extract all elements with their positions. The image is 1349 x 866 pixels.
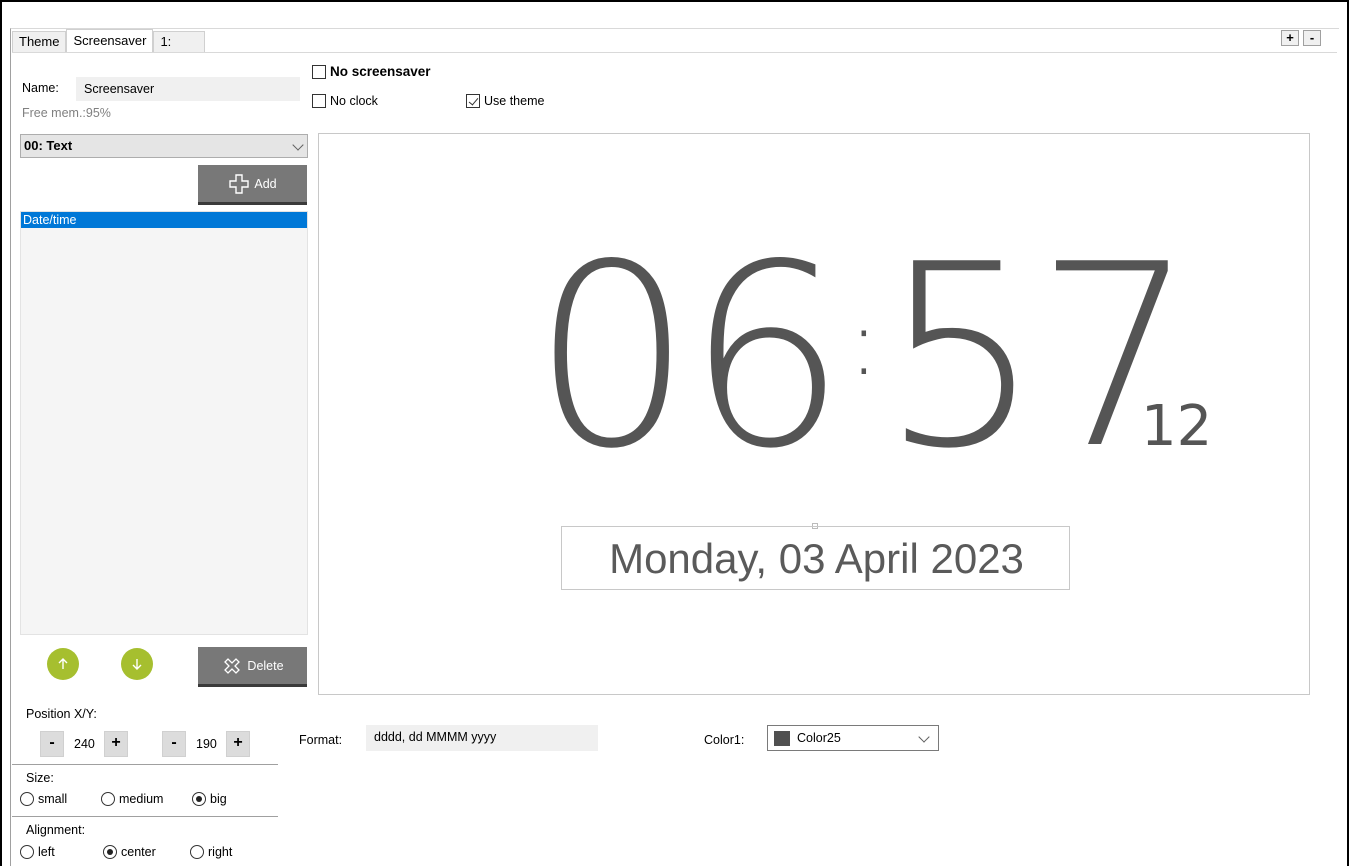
remove-tab-button[interactable]: - bbox=[1303, 30, 1321, 46]
radio-dot bbox=[20, 845, 34, 859]
element-list[interactable]: Date/time bbox=[20, 211, 308, 635]
size-small-radio[interactable]: small bbox=[20, 792, 67, 806]
add-label: Add bbox=[254, 176, 277, 191]
color1-value: Color25 bbox=[797, 731, 841, 745]
delete-button[interactable]: Delete bbox=[198, 647, 307, 687]
clock-hours: 06 bbox=[532, 211, 847, 504]
align-right-radio[interactable]: right bbox=[190, 845, 232, 859]
size-small-label: small bbox=[38, 792, 68, 806]
radio-dot-selected bbox=[192, 792, 206, 806]
tab-1[interactable]: 1: bbox=[153, 31, 206, 53]
radio-dot bbox=[190, 845, 204, 859]
checkbox-box bbox=[312, 64, 326, 79]
align-left-radio[interactable]: left bbox=[20, 845, 55, 859]
arrow-down-icon bbox=[132, 659, 142, 670]
color-swatch bbox=[774, 731, 790, 746]
align-center-radio[interactable]: center bbox=[103, 845, 156, 859]
element-select-value: 00: Text bbox=[24, 138, 73, 153]
date-text: Monday, 03 April 2023 bbox=[609, 535, 1024, 582]
alignment-label: Alignment: bbox=[26, 823, 86, 837]
checkbox-box bbox=[312, 94, 326, 108]
radio-dot bbox=[20, 792, 34, 806]
date-element[interactable]: Monday, 03 April 2023 bbox=[561, 526, 1070, 590]
chevron-down-icon bbox=[918, 731, 930, 743]
x-value[interactable]: 240 bbox=[74, 731, 95, 757]
use-theme-label: Use theme bbox=[484, 94, 545, 108]
name-field[interactable]: Screensaver bbox=[76, 77, 300, 101]
use-theme-checkbox[interactable]: Use theme bbox=[466, 94, 544, 108]
size-label: Size: bbox=[26, 771, 54, 785]
add-tab-button[interactable]: + bbox=[1281, 30, 1299, 46]
no-screensaver-checkbox[interactable]: No screensaver bbox=[312, 64, 431, 79]
size-big-label: big bbox=[210, 792, 227, 806]
x-decrement-button[interactable]: - bbox=[40, 731, 64, 757]
clock-time: 06:57 bbox=[532, 214, 1196, 488]
align-left-label: left bbox=[38, 845, 55, 859]
clock-separator: : bbox=[848, 291, 879, 396]
y-value[interactable]: 190 bbox=[196, 731, 217, 757]
plus-outline-icon bbox=[229, 173, 250, 194]
position-label: Position X/Y: bbox=[26, 707, 97, 721]
size-medium-radio[interactable]: medium bbox=[101, 792, 163, 806]
chevron-down-icon bbox=[292, 139, 304, 151]
format-field[interactable]: dddd, dd MMMM yyyy bbox=[366, 725, 598, 751]
tab-bar: Theme Screensaver 1: bbox=[12, 29, 206, 53]
color1-label: Color1: bbox=[704, 733, 745, 747]
x-outline-icon bbox=[224, 657, 241, 674]
element-select[interactable]: 00: Text bbox=[20, 134, 308, 158]
format-label: Format: bbox=[299, 733, 343, 747]
clock-seconds: 12 bbox=[1141, 394, 1213, 459]
arrow-up-icon bbox=[58, 658, 68, 669]
y-increment-button[interactable]: + bbox=[226, 731, 250, 757]
checkbox-box-checked bbox=[466, 94, 480, 108]
list-item[interactable]: Date/time bbox=[21, 212, 307, 228]
no-screensaver-label: No screensaver bbox=[330, 64, 431, 79]
tab-divider bbox=[12, 52, 1337, 53]
radio-dot bbox=[101, 792, 115, 806]
add-button[interactable]: Add bbox=[198, 165, 307, 205]
size-big-radio[interactable]: big bbox=[192, 792, 227, 806]
tab-theme[interactable]: Theme bbox=[12, 31, 67, 53]
tab-screensaver[interactable]: Screensaver bbox=[66, 29, 154, 53]
color1-select[interactable]: Color25 bbox=[767, 725, 939, 751]
size-medium-label: medium bbox=[119, 792, 164, 806]
move-up-button[interactable] bbox=[47, 648, 79, 680]
name-label: Name: bbox=[22, 81, 59, 95]
move-down-button[interactable] bbox=[121, 648, 153, 680]
delete-label: Delete bbox=[247, 658, 284, 673]
divider bbox=[12, 816, 278, 817]
y-decrement-button[interactable]: - bbox=[162, 731, 186, 757]
no-clock-label: No clock bbox=[330, 94, 378, 108]
radio-dot-selected bbox=[103, 845, 117, 859]
align-center-label: center bbox=[121, 845, 156, 859]
free-mem-label: Free mem.:95% bbox=[22, 106, 111, 120]
x-increment-button[interactable]: + bbox=[104, 731, 128, 757]
screensaver-preview[interactable]: 06:57 12 Monday, 03 April 2023 bbox=[318, 133, 1310, 695]
align-right-label: right bbox=[208, 845, 233, 859]
no-clock-checkbox[interactable]: No clock bbox=[312, 94, 378, 108]
divider bbox=[12, 764, 278, 765]
